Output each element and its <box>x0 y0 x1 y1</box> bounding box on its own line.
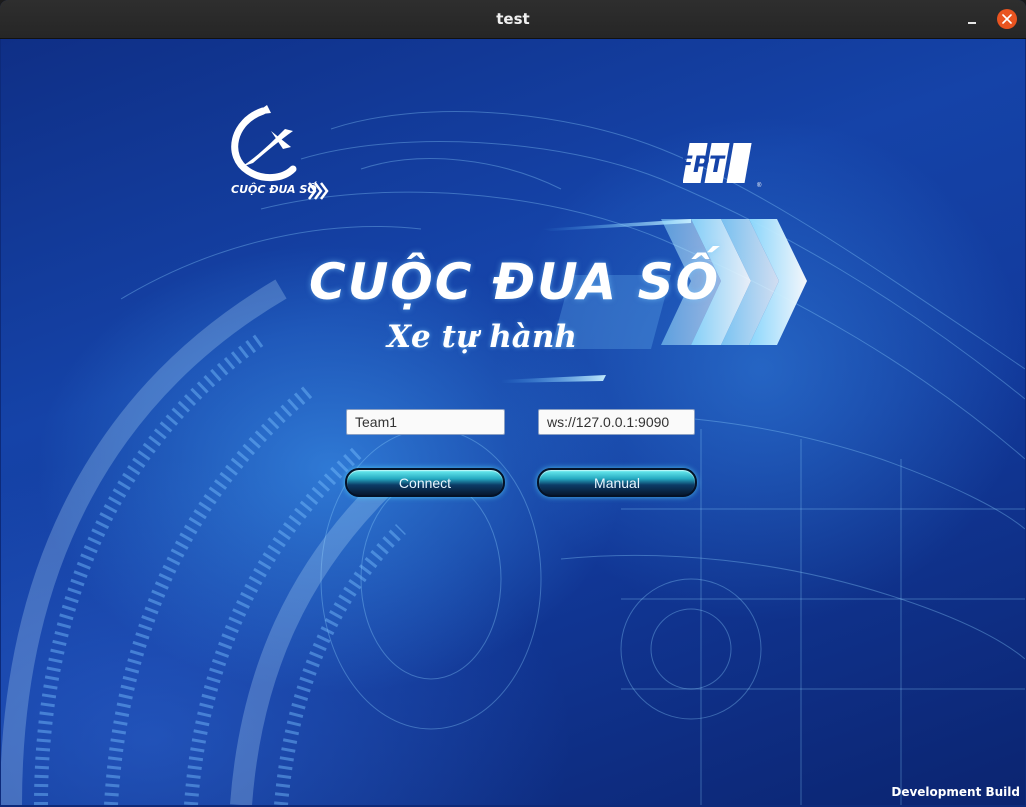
wireframe-car-background <box>1 111 1025 805</box>
minimize-button[interactable] <box>962 9 982 29</box>
close-icon <box>1002 14 1012 24</box>
fpt-logo-text: FPT <box>683 153 726 178</box>
window-title: test <box>496 10 530 28</box>
connect-button[interactable]: Connect <box>345 468 505 497</box>
game-title: CUỘC ĐUA SỐ <box>309 253 721 311</box>
minimize-icon <box>968 22 976 24</box>
svg-text:®: ® <box>757 182 762 189</box>
title-bar[interactable]: test <box>0 0 1026 39</box>
development-build-label: Development Build <box>891 785 1020 799</box>
server-address-input[interactable] <box>538 409 695 435</box>
app-window: test CUỘC ĐUA SỐ PT ® CUỘC ĐUA SỐ Xe tự … <box>0 0 1026 807</box>
left-logo-caption: CUỘC ĐUA SỐ <box>231 183 317 196</box>
manual-button[interactable]: Manual <box>537 468 697 497</box>
game-canvas: CUỘC ĐUA SỐ FPT ® <box>1 39 1025 805</box>
fpt-logo: FPT ® <box>683 143 762 189</box>
team-name-input[interactable] <box>346 409 505 435</box>
game-subtitle: Xe tự hành <box>387 319 577 355</box>
close-button[interactable] <box>997 9 1017 29</box>
